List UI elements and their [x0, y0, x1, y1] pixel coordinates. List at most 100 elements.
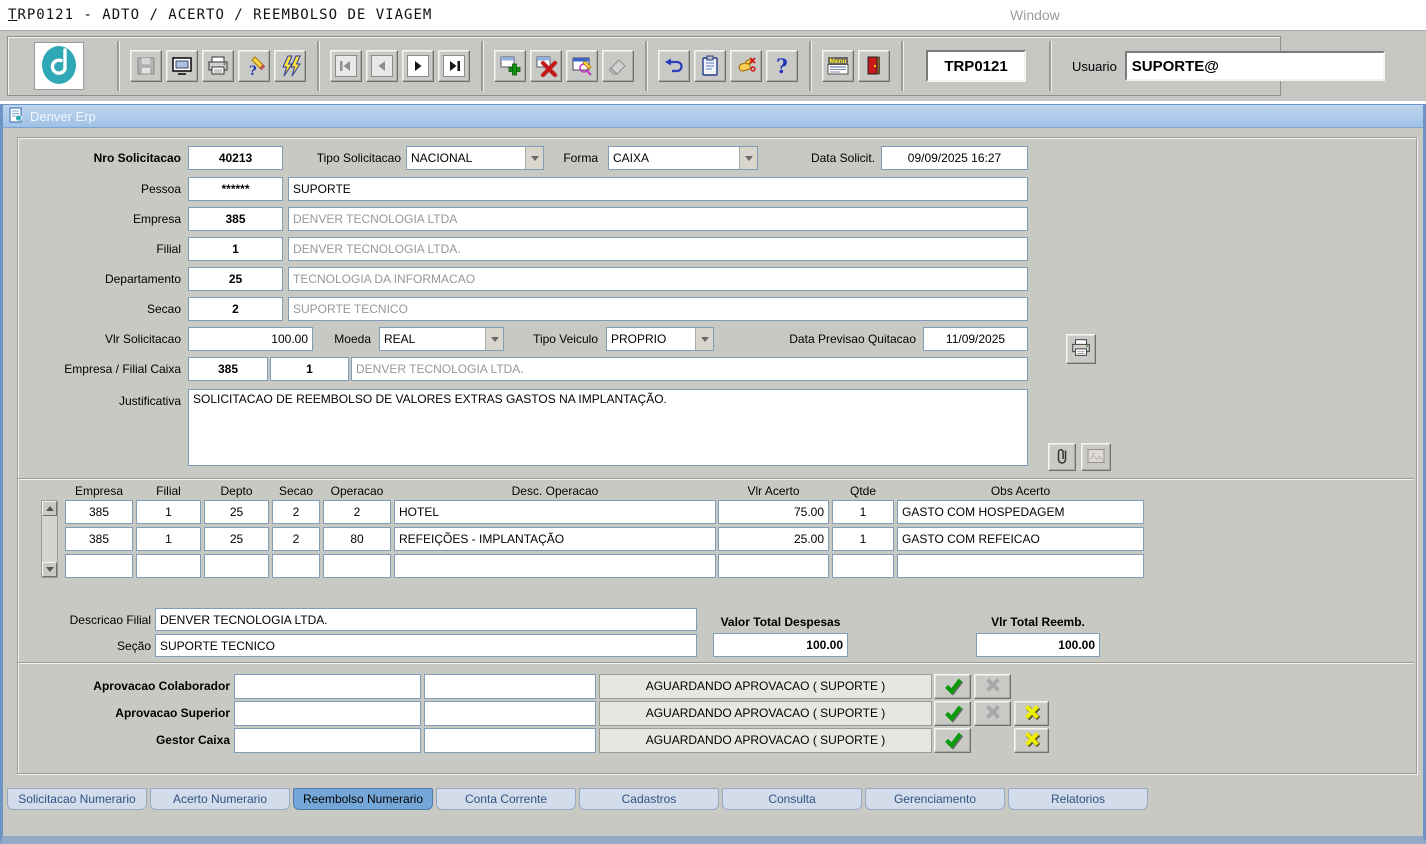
grid-cell[interactable]: [136, 554, 201, 578]
grid-cell[interactable]: 385: [65, 527, 133, 551]
grid-cell[interactable]: [718, 554, 829, 578]
grid-cell[interactable]: 75.00: [718, 500, 829, 524]
grid-cell[interactable]: 80: [323, 527, 391, 551]
grid-cell[interactable]: 2: [272, 500, 320, 524]
tab-cadastros[interactable]: Cadastros: [579, 788, 719, 810]
grid-cell[interactable]: [204, 554, 269, 578]
pessoa-code-field[interactable]: ******: [188, 177, 283, 201]
denver-logo-button[interactable]: [34, 42, 84, 90]
grid-cell[interactable]: 2: [272, 527, 320, 551]
departamento-code-field[interactable]: 25: [188, 267, 283, 291]
attach-button[interactable]: [1048, 443, 1076, 471]
grid-cell[interactable]: 2: [323, 500, 391, 524]
last-record-button[interactable]: [438, 50, 470, 82]
grid-cell[interactable]: 25.00: [718, 527, 829, 551]
toolbar-separator: [1049, 41, 1051, 91]
filial-code-field[interactable]: 1: [188, 237, 283, 261]
grid-cell[interactable]: GASTO COM REFEICAO: [897, 527, 1144, 551]
grid-cell[interactable]: [272, 554, 320, 578]
approval-date-field[interactable]: [234, 674, 421, 699]
grid-cell[interactable]: [832, 554, 894, 578]
caixa-empresa-field[interactable]: 385: [188, 357, 268, 381]
grid-cell[interactable]: [394, 554, 716, 578]
data-solicit-field[interactable]: 09/09/2025 16:27: [881, 146, 1028, 170]
grid-cell[interactable]: GASTO COM HOSPEDAGEM: [897, 500, 1144, 524]
tab-consulta[interactable]: Consulta: [722, 788, 862, 810]
grid-cell[interactable]: [897, 554, 1144, 578]
forma-combo[interactable]: CAIXA: [608, 146, 758, 170]
exit-button[interactable]: [858, 50, 890, 82]
edit-record-button[interactable]: [566, 50, 598, 82]
image-button[interactable]: [1081, 443, 1111, 471]
data-previsao-quitacao-field[interactable]: 11/09/2025: [923, 327, 1028, 351]
first-record-button[interactable]: [330, 50, 362, 82]
justificativa-textarea[interactable]: SOLICITACAO DE REEMBOLSO DE VALORES EXTR…: [188, 389, 1028, 466]
clear-record-button[interactable]: [602, 50, 634, 82]
cancel-button[interactable]: [1014, 701, 1049, 726]
approval-user-field[interactable]: [424, 701, 596, 726]
combo-value: REAL: [384, 328, 415, 350]
chevron-down-icon[interactable]: [525, 147, 543, 169]
help-button[interactable]: ?: [766, 50, 798, 82]
display-button[interactable]: [166, 50, 198, 82]
descricao-filial-field[interactable]: DENVER TECNOLOGIA LTDA.: [155, 608, 697, 631]
reject-button[interactable]: [974, 701, 1011, 726]
grid-cell[interactable]: 1: [832, 500, 894, 524]
tab-reembolso-numerario[interactable]: Reembolso Numerario: [293, 788, 433, 810]
approval-date-field[interactable]: [234, 728, 421, 753]
usuario-input[interactable]: [1125, 51, 1385, 81]
scroll-up-button[interactable]: [42, 501, 57, 516]
execute-query-button[interactable]: [274, 50, 306, 82]
moeda-combo[interactable]: REAL: [379, 327, 504, 351]
grid-cell[interactable]: HOTEL: [394, 500, 716, 524]
insert-record-button[interactable]: [494, 50, 526, 82]
tab-relatorios[interactable]: Relatorios: [1008, 788, 1148, 810]
grid-cell[interactable]: [65, 554, 133, 578]
empresa-code-field[interactable]: 385: [188, 207, 283, 231]
print-request-button[interactable]: [1066, 334, 1096, 364]
secao-code-field[interactable]: 2: [188, 297, 283, 321]
enter-query-button[interactable]: ?: [238, 50, 270, 82]
scroll-down-button[interactable]: [42, 562, 57, 577]
pessoa-desc-field[interactable]: SUPORTE: [288, 177, 1028, 201]
grid-cell[interactable]: 1: [136, 527, 201, 551]
tab-conta-corrente[interactable]: Conta Corrente: [436, 788, 576, 810]
grid-cell[interactable]: 25: [204, 527, 269, 551]
approve-button[interactable]: [934, 674, 971, 699]
grid-cell[interactable]: 1: [832, 527, 894, 551]
tipo-veiculo-combo[interactable]: PROPRIO: [606, 327, 714, 351]
tipo-solicitacao-combo[interactable]: NACIONAL: [406, 146, 544, 170]
reject-button[interactable]: [974, 674, 1011, 699]
vlr-solicitacao-field[interactable]: 100.00: [188, 327, 313, 351]
approval-user-field[interactable]: [424, 728, 596, 753]
print-button[interactable]: [202, 50, 234, 82]
secao-footer-field[interactable]: SUPORTE TECNICO: [155, 634, 697, 657]
grid-cell[interactable]: 385: [65, 500, 133, 524]
grid-cell[interactable]: [323, 554, 391, 578]
menu-window[interactable]: Window: [1010, 7, 1060, 23]
shortcut-keys-button[interactable]: [730, 50, 762, 82]
undo-button[interactable]: [658, 50, 690, 82]
grid-cell[interactable]: REFEIÇÕES - IMPLANTAÇÃO: [394, 527, 716, 551]
save-button[interactable]: [130, 50, 162, 82]
chevron-down-icon[interactable]: [485, 328, 503, 350]
tab-acerto-numerario[interactable]: Acerto Numerario: [150, 788, 290, 810]
approve-button[interactable]: [934, 701, 971, 726]
tab-solicitacao-numerario[interactable]: Solicitacao Numerario: [7, 788, 147, 810]
chevron-down-icon[interactable]: [695, 328, 713, 350]
grid-cell[interactable]: 1: [136, 500, 201, 524]
chevron-down-icon[interactable]: [739, 147, 757, 169]
menu-button[interactable]: Menu: [822, 50, 854, 82]
grid-cell[interactable]: 25: [204, 500, 269, 524]
tab-gerenciamento[interactable]: Gerenciamento: [865, 788, 1005, 810]
approval-user-field[interactable]: [424, 674, 596, 699]
delete-record-button[interactable]: [530, 50, 562, 82]
grid-scrollbar[interactable]: [41, 500, 58, 578]
approval-date-field[interactable]: [234, 701, 421, 726]
cancel-button[interactable]: [1014, 728, 1049, 753]
approve-button[interactable]: [934, 728, 971, 753]
next-record-button[interactable]: [402, 50, 434, 82]
caixa-filial-field[interactable]: 1: [270, 357, 349, 381]
clipboard-button[interactable]: [694, 50, 726, 82]
previous-record-button[interactable]: [366, 50, 398, 82]
